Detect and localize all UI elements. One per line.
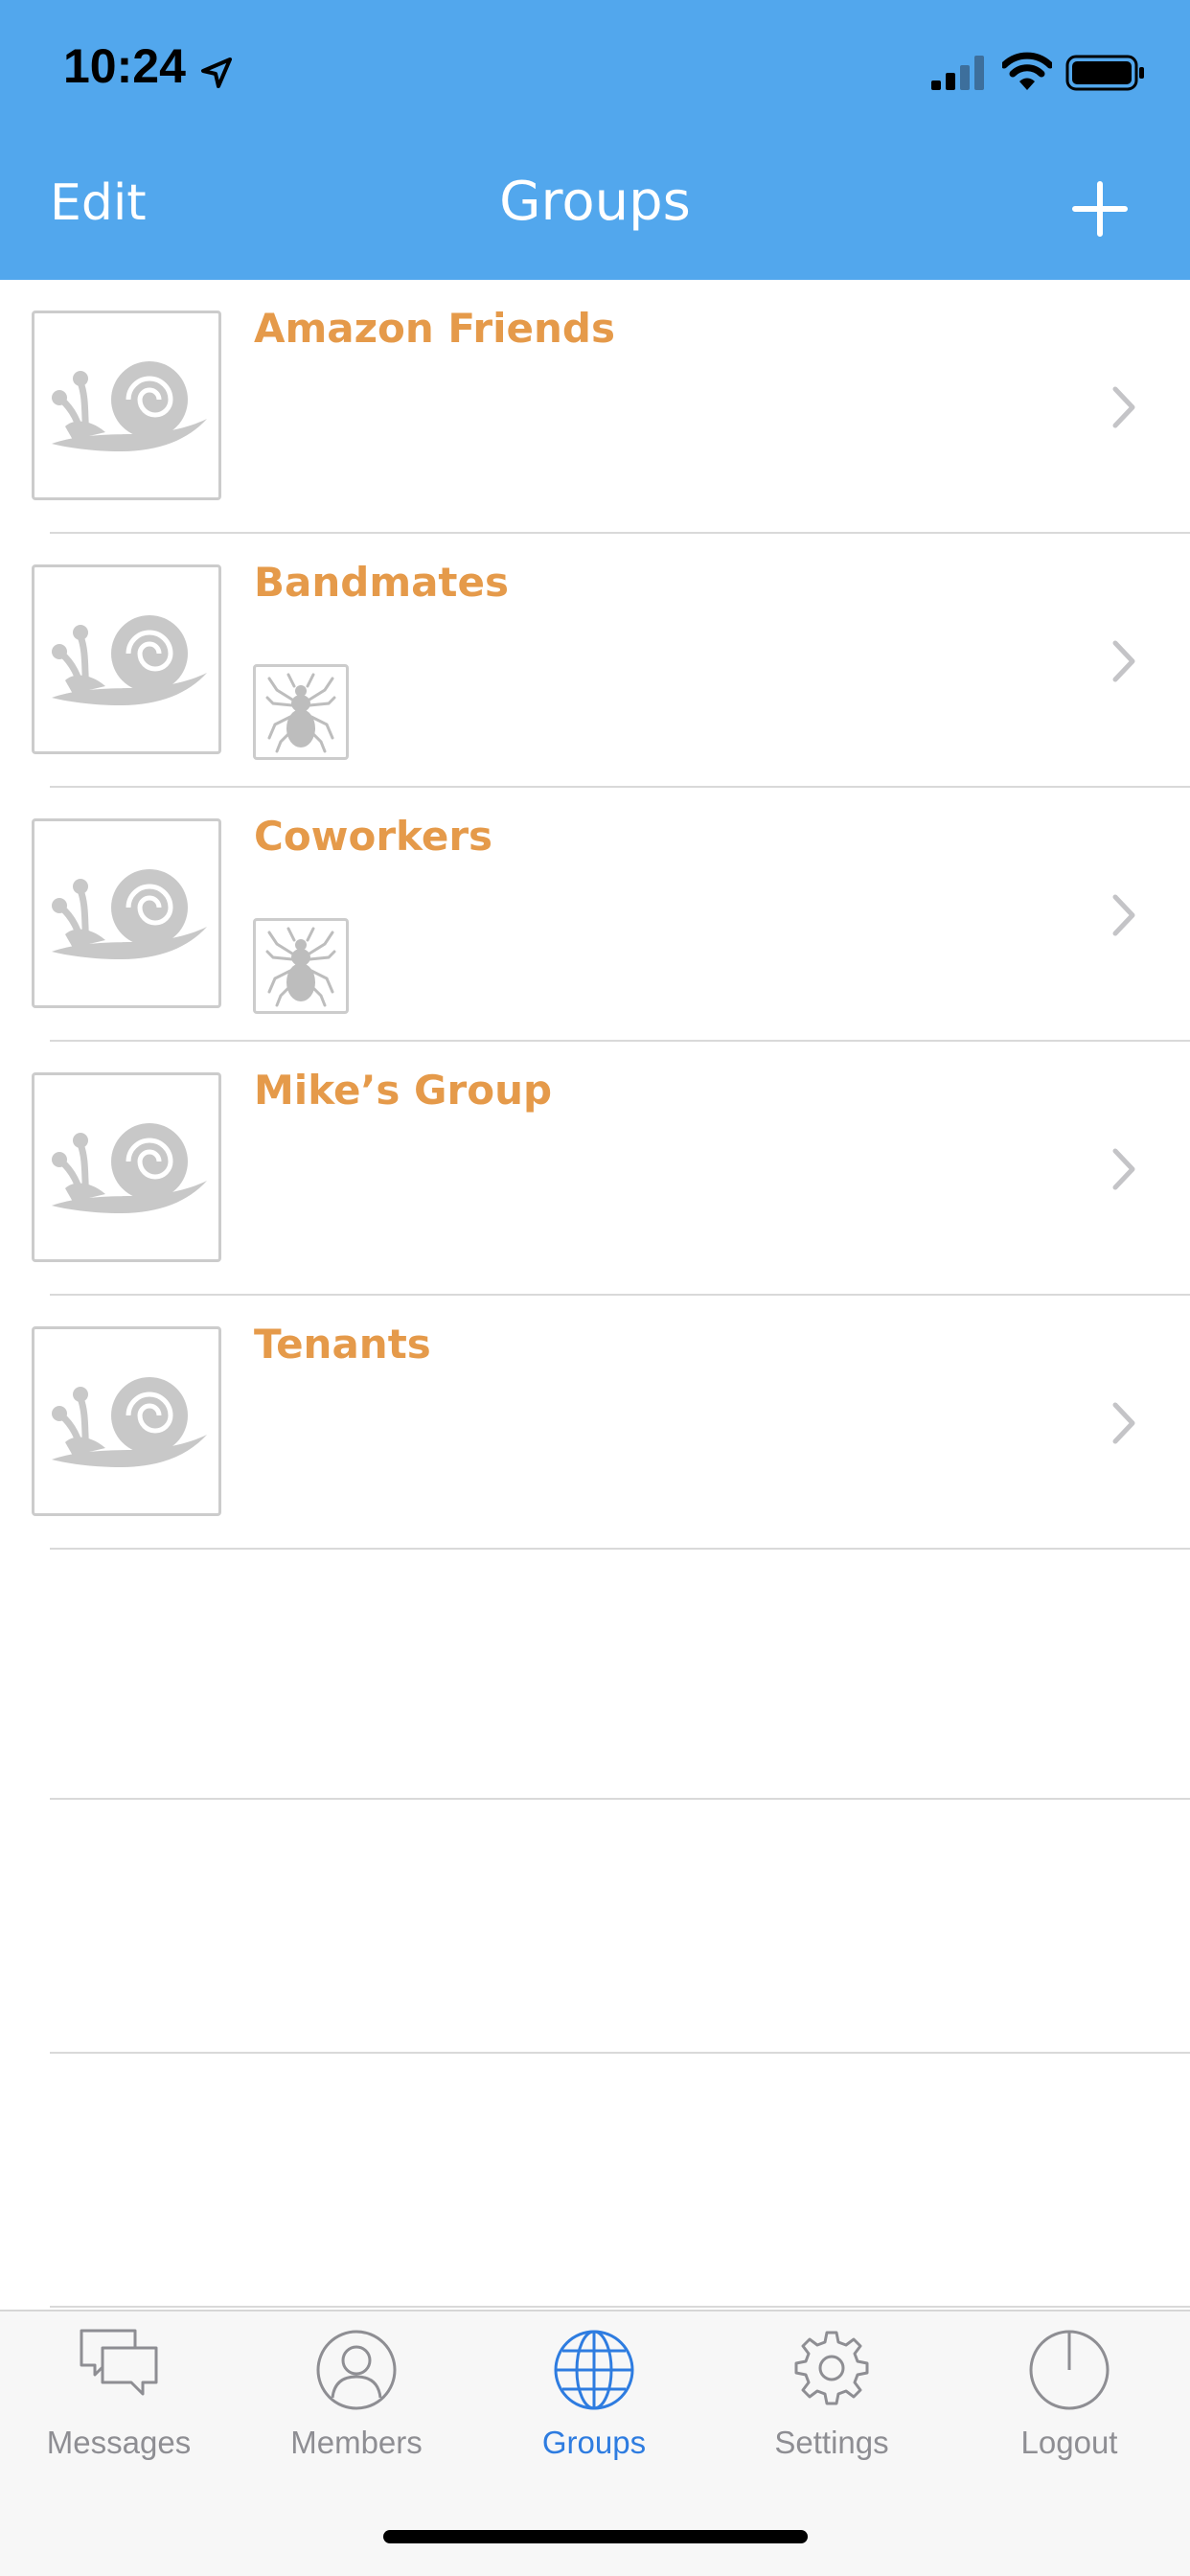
- tab-members[interactable]: Members: [238, 2327, 475, 2471]
- location-arrow-icon: [201, 58, 232, 88]
- tab-label: Logout: [1020, 2425, 1118, 2460]
- divider: [50, 2052, 1190, 2054]
- status-time: 10:24: [63, 39, 186, 93]
- group-avatar: [32, 310, 221, 500]
- group-avatar: [32, 818, 221, 1008]
- member-thumbnail: [253, 918, 349, 1014]
- snail-placeholder-icon: [52, 361, 207, 451]
- chevron-right-icon: [1112, 1402, 1135, 1444]
- snail-placeholder-icon: [52, 1377, 207, 1467]
- members-icon: [316, 2330, 397, 2410]
- chevron-right-icon: [1112, 640, 1135, 682]
- group-row[interactable]: Bandmates: [0, 534, 1190, 788]
- group-name: Tenants: [254, 1321, 431, 1368]
- chevron-right-icon: [1112, 1148, 1135, 1190]
- globe-icon: [554, 2330, 634, 2410]
- group-name: Coworkers: [254, 813, 493, 860]
- snail-placeholder-icon: [52, 1123, 207, 1213]
- group-row[interactable]: Amazon Friends: [0, 280, 1190, 534]
- group-avatar: [32, 1326, 221, 1516]
- navigation-header: 10:24 Edit Groups: [0, 0, 1190, 280]
- divider: [50, 1798, 1190, 1800]
- tab-settings[interactable]: Settings: [713, 2327, 950, 2471]
- group-name: Bandmates: [254, 559, 509, 606]
- tab-label: Settings: [774, 2425, 889, 2460]
- home-indicator: [383, 2530, 808, 2543]
- group-avatar: [32, 1072, 221, 1262]
- group-row[interactable]: Coworkers: [0, 788, 1190, 1042]
- tab-label: Messages: [46, 2425, 192, 2460]
- page-title: Groups: [499, 171, 691, 233]
- group-name: Amazon Friends: [254, 305, 615, 352]
- cellular-signal-icon: [931, 56, 984, 90]
- spider-icon: [265, 927, 336, 1007]
- group-avatar: [32, 564, 221, 754]
- messages-icon: [80, 2329, 158, 2396]
- group-row[interactable]: Mike’s Group: [0, 1042, 1190, 1296]
- wifi-icon: [1002, 52, 1052, 90]
- add-group-button[interactable]: [1071, 180, 1129, 238]
- tab-label: Groups: [541, 2425, 647, 2460]
- tab-messages[interactable]: Messages: [0, 2327, 238, 2471]
- tab-logout[interactable]: Logout: [950, 2327, 1188, 2471]
- power-icon: [1029, 2330, 1110, 2410]
- chevron-right-icon: [1112, 894, 1135, 936]
- row-divider: [50, 1548, 1190, 1550]
- spider-icon: [265, 673, 336, 753]
- member-thumbnail: [253, 664, 349, 760]
- snail-placeholder-icon: [52, 615, 207, 705]
- tab-groups[interactable]: Groups: [475, 2327, 713, 2471]
- divider: [50, 2306, 1190, 2308]
- battery-icon: [1065, 55, 1144, 91]
- gear-icon: [794, 2331, 869, 2405]
- chevron-right-icon: [1112, 386, 1135, 428]
- group-name: Mike’s Group: [254, 1067, 553, 1114]
- snail-placeholder-icon: [52, 869, 207, 959]
- groups-list: Amazon Friends Bandmates Coworkers Mike’s G…: [0, 280, 1190, 1550]
- group-row[interactable]: Tenants: [0, 1296, 1190, 1550]
- tab-label: Members: [290, 2425, 423, 2460]
